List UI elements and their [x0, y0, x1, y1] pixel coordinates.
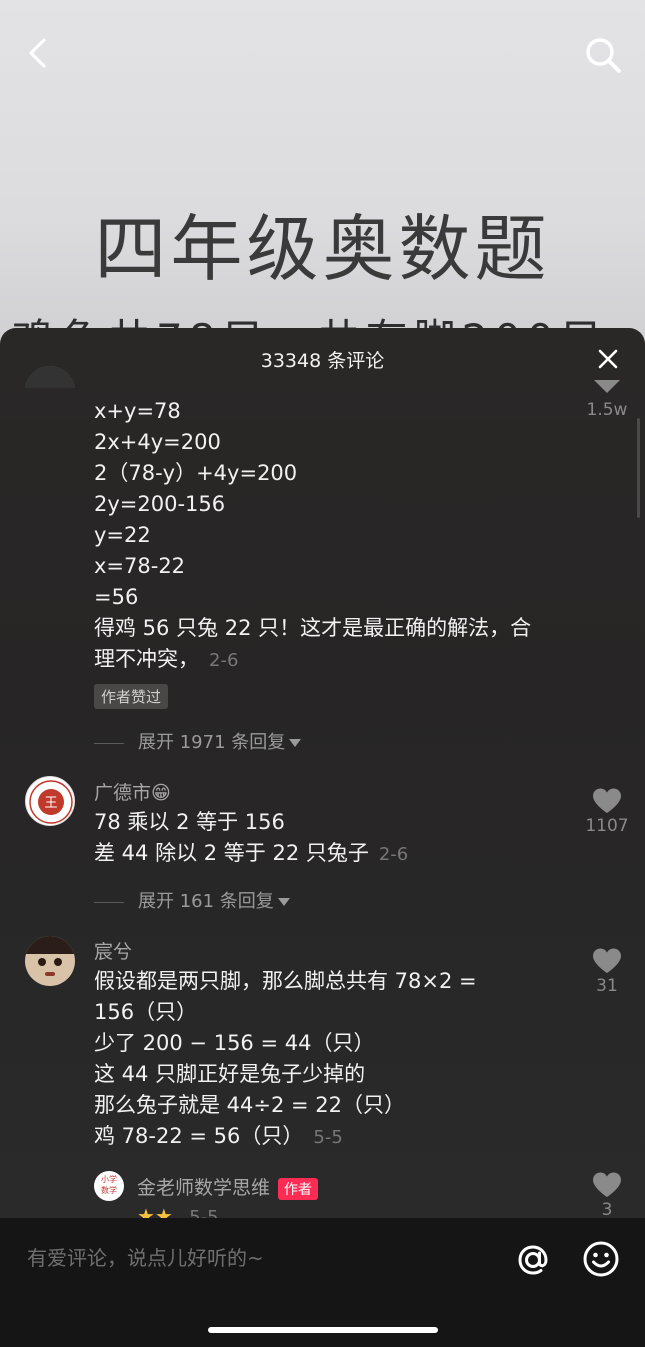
comment-line: 2x+4y=200: [94, 430, 221, 454]
like-button[interactable]: 1.5w: [577, 380, 637, 420]
expand-replies-button[interactable]: 展开 1971 条回复: [94, 728, 302, 754]
comment-line: =56: [94, 585, 139, 609]
like-button[interactable]: 3: [577, 1172, 637, 1218]
sheet-header: 33348 条评论: [0, 328, 645, 390]
reply-date: 5-5: [189, 1207, 219, 1218]
heart-icon: [593, 788, 621, 813]
author-liked-tag: 作者赞过: [94, 684, 169, 709]
comment-count-title: 33348 条评论: [260, 350, 385, 372]
avatar[interactable]: [25, 936, 75, 986]
expand-replies-button[interactable]: 展开 161 条回复: [94, 887, 290, 913]
reply-emoji-row: ★★ 5-5: [137, 1204, 219, 1218]
comment-line: 那么兔子就是 44÷2 = 22（只）: [94, 1093, 406, 1117]
comment-text: 鸡 78-22 = 56（只）: [94, 1124, 304, 1148]
comment-line: 得鸡 56 只兔 22 只！这才是最正确的解法，合: [94, 616, 532, 640]
comment-line: y=22: [94, 523, 151, 547]
chevron-down-icon: [277, 898, 290, 906]
comment-author[interactable]: 广德市😁: [94, 778, 171, 805]
divider: [94, 901, 124, 903]
back-icon[interactable]: [22, 36, 56, 70]
comment-line: 156（只）: [94, 1000, 198, 1024]
scrollbar[interactable]: [637, 418, 640, 518]
video-background: 四年级奥数题 鸡兔共78只，共有脚200只: [0, 0, 645, 364]
comment-line: 78 乘以 2 等于 156: [94, 810, 285, 834]
reply-author-name: 金老师数学思维: [137, 1177, 271, 1199]
comment-line: 假设都是两只脚，那么脚总共有 78×2 =: [94, 969, 477, 993]
video-title: 四年级奥数题: [94, 207, 551, 291]
comment-text: 理不冲突，: [94, 647, 199, 671]
comment-text: 差 44 除以 2 等于 22 只兔子: [94, 841, 369, 865]
avatar[interactable]: 王: [25, 776, 75, 826]
comment-line-last: 理不冲突， 2-6: [94, 644, 238, 676]
reply-avatar[interactable]: 小学 数学: [94, 1171, 124, 1201]
comment-line: x+y=78: [94, 399, 181, 423]
like-button[interactable]: 1107: [577, 788, 637, 836]
comment-line: 这 44 只脚正好是兔子少掉的: [94, 1062, 366, 1086]
comment-date: 2-6: [378, 844, 409, 865]
like-button[interactable]: 31: [577, 948, 637, 996]
expand-label: 展开 1971 条回复: [138, 732, 286, 753]
comment-line-last: 差 44 除以 2 等于 22 只兔子 2-6: [94, 838, 408, 870]
star-emoji-icon: ★★: [137, 1204, 173, 1218]
comment-author[interactable]: 宸兮: [94, 937, 132, 964]
close-icon[interactable]: [597, 348, 619, 370]
comment-line: 少了 200 − 156 = 44（只）: [94, 1031, 375, 1055]
comment-date: 5-5: [313, 1127, 343, 1148]
comment-line: 2（78-y）+4y=200: [94, 461, 298, 485]
home-indicator[interactable]: [208, 1327, 438, 1333]
like-count: 3: [601, 1200, 613, 1218]
divider: [94, 742, 124, 744]
expand-label: 展开 161 条回复: [138, 891, 274, 912]
reply-author[interactable]: 金老师数学思维 作者: [137, 1173, 319, 1200]
heart-icon: [593, 1172, 621, 1197]
like-count: 1107: [585, 816, 629, 836]
comment-sheet: 33348 条评论 x+y=78 2x+4y=200 2（78-y）+4y=20…: [0, 328, 645, 1218]
like-count: 31: [596, 976, 618, 996]
avatar-text: 王: [44, 796, 58, 811]
heart-icon: [594, 380, 620, 393]
heart-icon: [593, 948, 621, 973]
comment-line: 2y=200-156: [94, 492, 226, 516]
reply-avatar-text: 小学 数学: [101, 1175, 117, 1195]
comment-line-last: 鸡 78-22 = 56（只） 5-5: [94, 1121, 343, 1153]
comment-date: 2-6: [209, 650, 239, 671]
author-badge: 作者: [278, 1177, 319, 1200]
at-icon[interactable]: [513, 1240, 553, 1280]
comment-input-bar: 有爱评论，说点儿好听的~: [0, 1218, 645, 1347]
chevron-down-icon: [289, 739, 302, 747]
like-count: 1.5w: [586, 400, 628, 420]
search-icon[interactable]: [584, 36, 622, 74]
emoji-icon[interactable]: [582, 1240, 620, 1278]
comment-input[interactable]: 有爱评论，说点儿好听的~: [27, 1242, 264, 1271]
comment-line: x=78-22: [94, 554, 186, 578]
